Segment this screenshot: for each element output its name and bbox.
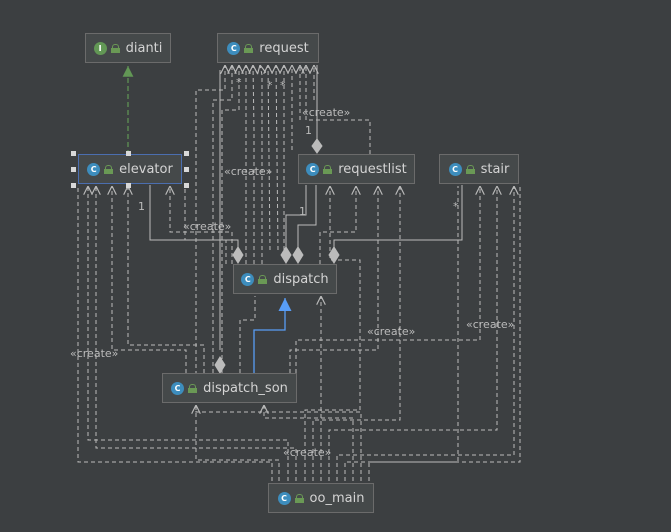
edge-label-create: «create» [70, 347, 119, 360]
edge-oo_main-dispatchson-2 [196, 405, 362, 488]
class-icon: C [277, 491, 291, 505]
class-name: dianti [125, 40, 163, 56]
edge-dispatch-requestlist-c [319, 186, 356, 264]
multiplicity-label: * [280, 79, 286, 92]
selection-handle[interactable] [126, 151, 131, 156]
interface-icon: I [93, 41, 107, 55]
agg-diamond-dispatchson [214, 356, 226, 374]
other-dependencies [77, 186, 521, 488]
class-name: dispatch_son [203, 380, 288, 396]
selection-handle[interactable] [71, 151, 76, 156]
lock-icon [244, 43, 254, 53]
selection-handle[interactable] [184, 167, 189, 172]
class-icon: C [227, 41, 241, 55]
lock-icon [465, 164, 475, 174]
class-node-oo_main[interactable]: C oo_main [268, 483, 374, 513]
edge-oo_main-stair-2 [336, 186, 514, 488]
class-node-request[interactable]: C request [217, 33, 319, 63]
class-name: dispatch [273, 271, 329, 287]
lock-icon [188, 383, 198, 393]
multiplicity-label: * [267, 79, 273, 92]
class-icon: C [306, 162, 320, 176]
multiplicity-label: * [236, 76, 242, 89]
class-name: oo_main [309, 490, 365, 506]
edge-label-create: «create» [466, 318, 515, 331]
edge-label-create: «create» [183, 220, 232, 233]
multiplicity-label: 1 [138, 200, 145, 213]
class-name: elevator [119, 161, 173, 177]
edge-label-create: «create» [302, 106, 351, 119]
class-node-dianti[interactable]: I dianti [85, 33, 171, 63]
lock-icon [258, 274, 268, 284]
class-name: requestlist [338, 161, 407, 177]
edge-dispatch-elevator-3 [128, 186, 205, 373]
selection-handle[interactable] [184, 151, 189, 156]
class-icon: C [448, 162, 462, 176]
class-icon: C [241, 272, 255, 286]
agg-dispatch-elevator [149, 185, 239, 248]
agg-diamond-requestlist [311, 138, 323, 154]
selection-handle[interactable] [71, 167, 76, 172]
edge-dispatch_son-request-2 [221, 65, 239, 373]
agg-dispatch-stair [333, 185, 463, 248]
selection-handle[interactable] [71, 183, 76, 188]
class-icon: C [171, 381, 185, 395]
class-name: stair [480, 161, 510, 177]
edge-oo_main-left [77, 186, 273, 488]
selection-handle[interactable] [184, 183, 189, 188]
edge-label-create: «create» [283, 446, 332, 459]
lock-icon [294, 493, 304, 503]
edge-label-create: «create» [224, 165, 273, 178]
edge-label-create: «create» [367, 325, 416, 338]
class-name: request [259, 40, 309, 56]
edge-dispatch-request-5 [276, 65, 278, 251]
edge-dispatchson-dispatch [239, 296, 256, 373]
agg-diamond-elevator [232, 246, 244, 264]
class-node-stair[interactable]: C stair [439, 154, 519, 184]
agg-diamond-requestlist-2 [280, 246, 292, 264]
class-node-dispatch[interactable]: C dispatch [233, 264, 337, 294]
class-node-elevator[interactable]: C elevator [78, 154, 182, 184]
inheritance-dispatchson-dispatch [253, 298, 292, 373]
lock-icon [323, 164, 333, 174]
edge-dispatch-request-4 [268, 65, 270, 251]
multiplicity-label: 1 [305, 124, 312, 137]
lock-icon [104, 164, 114, 174]
agg-diamond-requestlist-3 [292, 246, 304, 264]
multiplicity-label: * [453, 200, 459, 213]
multiplicity-label: 1 [299, 205, 306, 218]
lock-icon [110, 43, 120, 53]
class-node-dispatch_son[interactable]: C dispatch_son [162, 373, 297, 403]
selection-handle[interactable] [126, 183, 131, 188]
class-icon: C [87, 162, 101, 176]
class-node-requestlist[interactable]: C requestlist [298, 154, 415, 184]
